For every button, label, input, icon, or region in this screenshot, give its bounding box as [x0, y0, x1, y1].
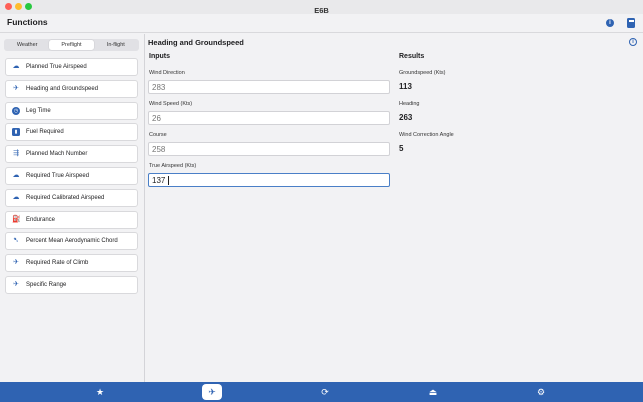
fuel-pump-icon: ▮: [12, 128, 20, 137]
sidebar: Weather Preflight In-flight ☁ Planned Tr…: [0, 34, 145, 382]
zoom-window-button[interactable]: [25, 3, 32, 10]
function-item-endurance[interactable]: ⛽ Endurance: [5, 210, 138, 229]
function-item-label: Required Rate of Climb: [26, 260, 89, 267]
cloud-icon: ☁: [12, 63, 20, 70]
function-item-fuel-required[interactable]: ▮ Fuel Required: [5, 123, 138, 142]
functions-title: Functions: [7, 17, 48, 27]
window-titlebar: E6B: [0, 0, 643, 15]
function-item-label: Leg Time: [26, 107, 51, 114]
inputs-heading: Inputs: [149, 53, 170, 60]
function-item-required-rate-of-climb[interactable]: ✈ Required Rate of Climb: [5, 254, 138, 273]
function-item-percent-mean-aerodynamic-chord[interactable]: ➷ Percent Mean Aerodynamic Chord: [5, 232, 138, 251]
wind-direction-input[interactable]: [151, 81, 387, 93]
true-airspeed-input[interactable]: [151, 174, 387, 186]
function-item-label: Percent Mean Aerodynamic Chord: [26, 238, 118, 245]
endurance-icon: ⛽: [12, 215, 21, 223]
function-item-leg-time[interactable]: ◷ Leg Time: [5, 101, 138, 120]
heading-value: 263: [399, 113, 413, 122]
function-item-label: Heading and Groundspeed: [26, 85, 99, 92]
true-airspeed-field[interactable]: [148, 173, 390, 187]
minimize-window-button[interactable]: [15, 3, 22, 10]
groundspeed-label: Groundspeed (Kts): [399, 70, 446, 76]
wind-speed-label: Wind Speed (Kts): [149, 101, 193, 107]
wind-correction-angle-value: 5: [399, 144, 404, 153]
wind-correction-angle-label: Wind Correction Angle: [399, 132, 454, 138]
bottom-tab-bar: ★ ✈ ⟳ ⏏ ⚙: [0, 382, 643, 402]
cloud-icon: ☁: [12, 171, 20, 179]
phase-segmented-control: Weather Preflight In-flight: [4, 39, 139, 51]
function-info-icon[interactable]: i: [629, 38, 637, 46]
cloud-icon: ☁: [12, 193, 20, 201]
function-item-label: Fuel Required: [26, 129, 64, 136]
function-item-heading-and-groundspeed[interactable]: ✈ Heading and Groundspeed: [5, 79, 138, 98]
function-item-required-true-airspeed[interactable]: ☁ Required True Airspeed: [5, 166, 138, 185]
function-item-required-calibrated-airspeed[interactable]: ☁ Required Calibrated Airspeed: [5, 188, 138, 207]
settings-gear-icon[interactable]: ⚙: [531, 384, 551, 400]
function-item-planned-mach-number[interactable]: ⇶ Planned Mach Number: [5, 145, 138, 164]
segment-preflight[interactable]: Preflight: [49, 40, 94, 50]
segment-weather[interactable]: Weather: [5, 40, 49, 50]
course-input[interactable]: [151, 143, 387, 155]
function-item-label: Required Calibrated Airspeed: [26, 194, 105, 201]
function-list: ☁ Planned True Airspeed ✈ Heading and Gr…: [5, 58, 138, 298]
info-icon[interactable]: i: [606, 19, 614, 27]
function-item-label: Planned Mach Number: [26, 151, 88, 158]
wing-icon: ➷: [13, 237, 19, 245]
function-item-specific-range[interactable]: ✈ Specific Range: [5, 275, 138, 294]
wind-speed-input[interactable]: [151, 112, 387, 124]
mach-icon: ⇶: [13, 150, 19, 158]
conversions-sync-icon[interactable]: ⟳: [315, 384, 335, 400]
segment-inflight[interactable]: In-flight: [94, 40, 138, 50]
calculator-icon[interactable]: [627, 18, 635, 28]
wind-direction-field[interactable]: [148, 80, 390, 94]
clock-icon: ◷: [12, 106, 20, 115]
function-item-planned-true-airspeed[interactable]: ☁ Planned True Airspeed: [5, 58, 138, 76]
wind-speed-field[interactable]: [148, 111, 390, 125]
functions-plane-icon[interactable]: ✈: [202, 384, 222, 400]
text-caret: [168, 176, 169, 185]
results-heading: Results: [399, 53, 425, 60]
app-header: Functions i: [0, 14, 643, 33]
favorites-star-icon[interactable]: ★: [90, 384, 110, 400]
true-airspeed-label: True Airspeed (Kts): [149, 163, 197, 169]
function-item-label: Planned True Airspeed: [26, 64, 87, 70]
course-label: Course: [149, 132, 167, 138]
function-detail-panel: Heading and Groundspeed i Inputs Results…: [145, 34, 643, 382]
plane-icon: ✈: [13, 84, 19, 92]
plane-climb-icon: ✈: [13, 259, 19, 267]
groundspeed-value: 113: [399, 82, 412, 91]
close-window-button[interactable]: [5, 3, 12, 10]
plane-range-icon: ✈: [13, 280, 19, 288]
course-field[interactable]: [148, 142, 390, 156]
function-item-label: Specific Range: [26, 281, 67, 288]
function-title: Heading and Groundspeed: [148, 38, 244, 47]
function-item-label: Required True Airspeed: [26, 172, 90, 179]
function-item-label: Endurance: [26, 216, 56, 223]
flight-bag-icon[interactable]: ⏏: [423, 384, 443, 400]
heading-label: Heading: [399, 101, 420, 107]
wind-direction-label: Wind Direction: [149, 70, 185, 76]
